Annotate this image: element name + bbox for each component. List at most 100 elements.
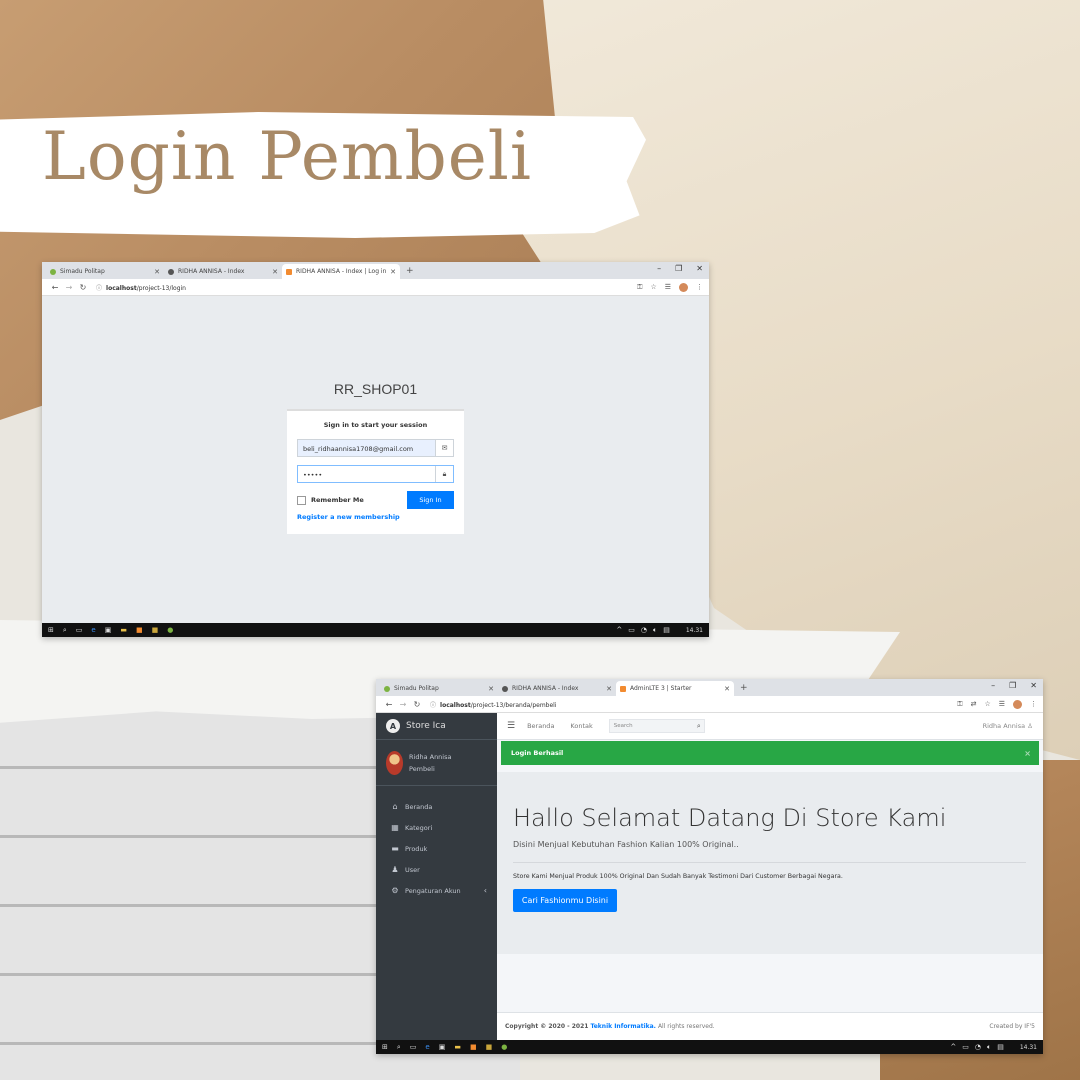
tab-starter[interactable]: AdminLTE 3 | Starter ✕ <box>616 681 734 696</box>
back-icon[interactable]: ← <box>382 700 396 709</box>
folder-icon[interactable]: ▬ <box>454 1043 461 1051</box>
clock[interactable]: 14.31 <box>686 627 703 634</box>
key-icon[interactable]: ⚿ <box>957 700 962 709</box>
close-tab-icon[interactable]: ✕ <box>606 685 612 693</box>
restore-icon[interactable]: ❐ <box>1009 681 1016 690</box>
volume-icon[interactable]: 🔈︎ <box>987 1043 991 1052</box>
chevron-up-icon[interactable]: ^ <box>950 1043 956 1051</box>
battery-icon[interactable]: ▭ <box>962 1043 969 1051</box>
hamburger-menu-icon[interactable]: ☰ <box>507 721 515 731</box>
task-view-icon[interactable]: ▭ <box>76 626 83 634</box>
close-icon[interactable]: × <box>1024 749 1031 758</box>
chevron-up-icon[interactable]: ^ <box>616 626 622 634</box>
search-icon[interactable]: ⌕ <box>697 722 701 731</box>
register-link[interactable]: Register a new membership <box>297 513 454 521</box>
search-input[interactable]: Search ⌕ <box>608 719 705 733</box>
minimize-icon[interactable]: – <box>991 681 995 690</box>
navbar-user-name: Ridha Annisa <box>982 722 1026 730</box>
tab-simadu[interactable]: Simadu Politap ✕ <box>380 681 498 696</box>
task-view-icon[interactable]: ▭ <box>410 1043 417 1051</box>
chrome-icon[interactable]: ● <box>167 626 173 634</box>
sidebar-item-kategori[interactable]: ▦ Kategori <box>376 817 497 838</box>
star-icon[interactable]: ☆ <box>650 283 656 291</box>
search-icon[interactable]: ⌕ <box>397 1043 401 1052</box>
sidebar-item-produk[interactable]: ▬ Produk <box>376 838 497 859</box>
notification-icon[interactable]: ▤ <box>663 626 670 634</box>
star-icon[interactable]: ☆ <box>984 700 990 708</box>
windows-taskbar: ⊞ ⌕ ▭ e ▣ ▬ ■ ■ ● ^ ▭ ◔ 🔈︎ ▤ 14.31 <box>376 1040 1043 1054</box>
shop-fashion-button[interactable]: Cari Fashionmu Disini <box>513 889 617 912</box>
clock[interactable]: 14.31 <box>1020 1044 1037 1051</box>
volume-icon[interactable]: 🔈︎ <box>653 626 657 635</box>
close-tab-icon[interactable]: ✕ <box>272 268 278 276</box>
envelope-icon: ✉ <box>435 440 453 456</box>
app-icon[interactable]: ■ <box>470 1043 477 1051</box>
close-tab-icon[interactable]: ✕ <box>724 685 730 693</box>
close-window-icon[interactable]: ✕ <box>696 264 703 273</box>
sidebar-item-pengaturan-akun[interactable]: ⚙ Pengaturan Akun ‹ <box>376 880 497 901</box>
close-window-icon[interactable]: ✕ <box>1030 681 1037 690</box>
key-icon[interactable]: ⚿ <box>637 283 642 292</box>
reload-icon[interactable]: ↻ <box>76 283 90 292</box>
new-tab-icon[interactable]: + <box>740 683 748 693</box>
app-icon[interactable]: ■ <box>486 1043 493 1051</box>
footer-link[interactable]: Teknik Informatika. <box>590 1023 656 1030</box>
minimize-icon[interactable]: – <box>657 264 661 273</box>
wifi-icon[interactable]: ◔ <box>641 626 647 634</box>
forward-icon[interactable]: → <box>396 700 410 709</box>
top-navbar: ☰ Beranda Kontak Search ⌕ Ridha Annisa ♙ <box>497 713 1043 740</box>
notification-icon[interactable]: ▤ <box>997 1043 1004 1051</box>
sidebar-item-label: User <box>405 865 420 874</box>
url-field[interactable]: ⓘ localhost/project-13/beranda/pembeli <box>430 700 957 709</box>
chrome-icon[interactable]: ● <box>501 1043 507 1051</box>
menu-dots-icon[interactable]: ⋮ <box>1030 700 1037 708</box>
wifi-icon[interactable]: ◔ <box>975 1043 981 1051</box>
sidebar-item-beranda[interactable]: ⌂ Beranda <box>376 796 497 817</box>
playlist-icon[interactable]: ☰ <box>999 700 1005 708</box>
menu-dots-icon[interactable]: ⋮ <box>696 283 703 291</box>
url-field[interactable]: ⓘ localhost/project-13/login <box>96 283 637 292</box>
start-icon[interactable]: ⊞ <box>48 626 54 634</box>
edge-icon[interactable]: e <box>91 626 95 634</box>
translate-icon[interactable]: ⇄ <box>971 700 977 708</box>
battery-icon[interactable]: ▭ <box>628 626 635 634</box>
app-icon[interactable]: ■ <box>152 626 159 634</box>
nav-link-beranda[interactable]: Beranda <box>527 722 554 730</box>
login-brand[interactable]: RR_SHOP01 <box>42 381 709 397</box>
reload-icon[interactable]: ↻ <box>410 700 424 709</box>
start-icon[interactable]: ⊞ <box>382 1043 388 1051</box>
forward-icon[interactable]: → <box>62 283 76 292</box>
close-tab-icon[interactable]: ✕ <box>154 268 160 276</box>
profile-avatar-icon[interactable] <box>679 282 688 292</box>
folder-icon[interactable]: ▬ <box>120 626 127 634</box>
tab-login[interactable]: RIDHA ANNISA - Index | Log in ✕ <box>282 264 400 279</box>
sidebar-item-user[interactable]: ♟ User <box>376 859 497 880</box>
close-tab-icon[interactable]: ✕ <box>488 685 494 693</box>
new-tab-icon[interactable]: + <box>406 266 414 276</box>
navbar-user[interactable]: Ridha Annisa ♙ <box>983 722 1033 730</box>
remember-me[interactable]: Remember Me <box>297 495 364 505</box>
tab-simadu[interactable]: Simadu Politap ✕ <box>46 264 164 279</box>
back-icon[interactable]: ← <box>48 283 62 292</box>
page-heading: Login Pembeli <box>42 118 533 195</box>
store-icon[interactable]: ▣ <box>439 1043 446 1051</box>
tab-index[interactable]: RIDHA ANNISA - Index ✕ <box>164 264 282 279</box>
app-icon[interactable]: ■ <box>136 626 143 634</box>
email-field[interactable]: beli_ridhaannisa1708@gmail.com <box>298 440 435 456</box>
close-tab-icon[interactable]: ✕ <box>390 268 396 276</box>
playlist-icon[interactable]: ☰ <box>665 283 671 291</box>
login-page: RR_SHOP01 Sign in to start your session … <box>42 296 709 623</box>
sidebar-user-panel[interactable]: Ridha Annisa Pembeli <box>376 740 497 786</box>
edge-icon[interactable]: e <box>425 1043 429 1051</box>
remember-checkbox[interactable] <box>297 495 306 505</box>
restore-icon[interactable]: ❐ <box>675 264 682 273</box>
url-path: /project-13/beranda/pembeli <box>470 701 557 709</box>
profile-avatar-icon[interactable] <box>1013 699 1022 709</box>
store-icon[interactable]: ▣ <box>105 626 112 634</box>
sidebar-brand[interactable]: A Store Ica <box>376 713 497 740</box>
sign-in-button[interactable]: Sign In <box>407 491 454 509</box>
password-field[interactable]: ••••• <box>298 466 435 482</box>
search-icon[interactable]: ⌕ <box>63 626 67 635</box>
nav-link-kontak[interactable]: Kontak <box>570 722 592 730</box>
tab-index[interactable]: RIDHA ANNISA - Index ✕ <box>498 681 616 696</box>
